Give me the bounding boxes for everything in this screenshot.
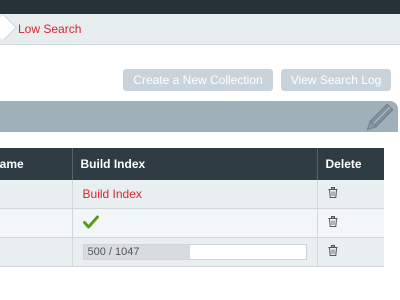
collections-table: Name Build Index Delete Build Index — [0, 148, 384, 267]
breadcrumb: Low Search — [0, 14, 400, 45]
panel-header-bar — [0, 101, 398, 132]
trash-icon[interactable] — [328, 245, 338, 256]
index-progress-text: 500 / 1047 — [87, 246, 140, 258]
build-index-cell — [72, 208, 318, 238]
table-header-row: Name Build Index Delete — [0, 148, 384, 180]
name-cell — [0, 180, 73, 209]
pencil-icon — [366, 103, 394, 131]
table-row: Build Index — [0, 180, 384, 209]
index-progress-bar: 500 / 1047 — [82, 244, 307, 260]
name-cell — [0, 208, 73, 238]
build-index-link[interactable]: Build Index — [83, 187, 142, 201]
top-bar — [0, 0, 400, 14]
breadcrumb-low-search-link[interactable]: Low Search — [18, 22, 81, 36]
delete-cell — [317, 237, 384, 267]
breadcrumb-arrow — [0, 14, 17, 41]
trash-icon[interactable] — [328, 216, 338, 227]
checkmark-icon — [82, 215, 99, 228]
column-header-build-index: Build Index — [72, 148, 318, 180]
view-search-log-button[interactable]: View Search Log — [281, 69, 391, 91]
page: Low Search Create a New Collection View … — [0, 0, 400, 300]
table-row — [0, 208, 384, 238]
column-header-name: Name — [0, 148, 73, 180]
create-collection-button[interactable]: Create a New Collection — [123, 69, 273, 91]
delete-cell — [317, 180, 384, 209]
build-index-cell: 500 / 1047 — [72, 237, 318, 267]
name-cell — [0, 237, 73, 267]
column-header-delete: Delete — [317, 148, 384, 180]
build-index-cell: Build Index — [72, 180, 318, 209]
trash-icon[interactable] — [328, 187, 338, 198]
delete-cell — [317, 208, 384, 238]
table-row: 500 / 1047 — [0, 237, 384, 267]
